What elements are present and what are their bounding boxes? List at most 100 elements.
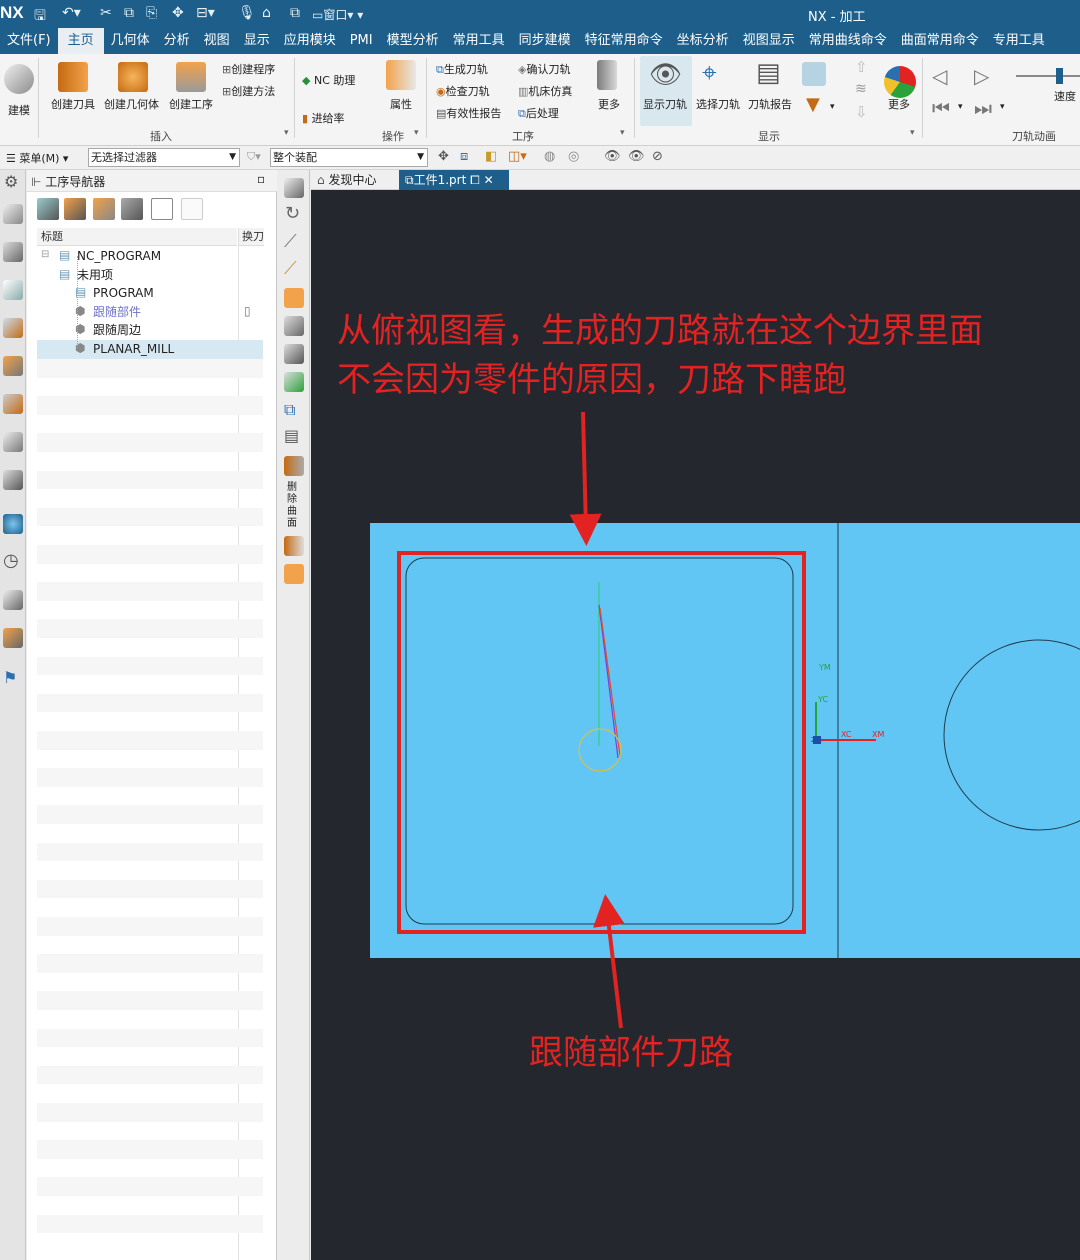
tool-view-icon[interactable] — [64, 198, 86, 220]
rotate-icon[interactable]: ↻ — [285, 203, 300, 224]
tool-display-icon[interactable]: ▼ — [806, 94, 820, 115]
tool-display-dropdown-icon[interactable]: ▾ — [830, 102, 835, 112]
menu-view[interactable]: 视图 — [197, 28, 237, 54]
menu-display[interactable]: 显示 — [237, 28, 277, 54]
machining-features-icon[interactable] — [3, 432, 23, 452]
close-icon[interactable]: ✕ — [484, 173, 494, 187]
create-method-button[interactable]: ⊞创建方法 — [222, 83, 275, 99]
switch-window-icon[interactable]: ⧉ — [290, 5, 300, 21]
menu-pmi[interactable]: PMI — [343, 28, 380, 54]
play-icon[interactable]: ▷ — [974, 64, 989, 88]
cut-icon[interactable]: ✂ — [100, 5, 112, 21]
create-tool-icon[interactable] — [58, 62, 88, 92]
machine-icon[interactable] — [284, 178, 304, 198]
menu-coordinate-analysis[interactable]: 坐标分析 — [670, 28, 736, 54]
list-report-icon[interactable]: ▤ — [284, 426, 299, 445]
show-toolpath-icon[interactable]: 👁 — [649, 60, 682, 90]
snap-point-icon[interactable]: ✥ — [438, 149, 449, 164]
operation-edit-icon[interactable] — [284, 456, 304, 476]
microphone-icon[interactable]: 🎙 — [238, 5, 256, 21]
menu-curve-commands[interactable]: 常用曲线命令 — [802, 28, 894, 54]
more-ops-icon[interactable] — [597, 60, 617, 90]
info-icon[interactable] — [284, 564, 304, 584]
fast-forward-icon[interactable]: ⏭ — [974, 96, 992, 120]
select-body-icon[interactable]: ◧ — [485, 149, 497, 164]
save-icon[interactable]: 🖫 — [34, 5, 46, 29]
menu-feature-commands[interactable]: 特征常用命令 — [578, 28, 670, 54]
menu-surface-commands[interactable]: 曲面常用命令 — [894, 28, 986, 54]
menu-special-tools[interactable]: 专用工具 — [986, 28, 1052, 54]
assembly-scope-select[interactable]: 整个装配 ▼ — [270, 148, 428, 167]
menu-geometry[interactable]: 几何体 — [104, 28, 157, 54]
menu-button[interactable]: ☰ 菜单(M) ▾ — [6, 150, 68, 166]
menu-applications[interactable]: 应用模块 — [277, 28, 343, 54]
menu-file[interactable]: 文件(F) — [0, 28, 58, 54]
menu-common-tools[interactable]: 常用工具 — [446, 28, 512, 54]
operation-navigator-icon[interactable] — [3, 280, 23, 300]
operations-expand-icon[interactable]: ▾ — [414, 128, 419, 138]
geometry-view-icon[interactable] — [93, 198, 115, 220]
select-toolpath-icon[interactable]: ⌖ — [702, 58, 717, 89]
path-edit-icon[interactable] — [284, 536, 304, 556]
tab-part[interactable]: ⧉工件1.prt ⧠ ✕ — [399, 170, 509, 190]
graphics-window[interactable]: YM YC XC XM ZM 从俯视图看，生成的刀路就在这个边界里面 不会因为零… — [311, 190, 1080, 1260]
roles-icon[interactable]: ⚑ — [3, 668, 17, 687]
create-operation-button[interactable]: 创建工序 — [169, 96, 213, 112]
more-ops-button[interactable]: 更多 — [598, 96, 620, 112]
postprocess-button[interactable]: ⧉后处理 — [518, 105, 559, 121]
stack-copy-icon[interactable] — [284, 344, 304, 364]
add-column-icon[interactable] — [151, 198, 173, 220]
process-studio-icon[interactable] — [3, 628, 23, 648]
touch-mode-icon[interactable]: ⌂ — [262, 5, 271, 21]
feature-navigator-icon[interactable] — [3, 356, 23, 376]
brush-icon[interactable]: ⟋ — [284, 258, 297, 279]
step-back-icon[interactable]: ◁ — [932, 64, 947, 88]
wireframe-icon[interactable]: ◎ — [568, 149, 579, 164]
rewind-icon[interactable]: ⏮ — [932, 96, 950, 120]
delete-surface-label[interactable]: 删除曲面 — [287, 482, 301, 530]
validity-report-button[interactable]: ▤有效性报告 — [436, 105, 501, 121]
more-display-button[interactable]: 更多 — [888, 96, 910, 112]
measure-icon[interactable]: ⟋ — [284, 231, 297, 252]
layers-icon[interactable]: ≋ — [855, 81, 867, 97]
verify-toolpath-button[interactable]: ◈确认刀轨 — [518, 61, 570, 77]
properties-icon[interactable] — [386, 60, 416, 90]
settings-gear-icon[interactable]: ⚙ — [4, 172, 18, 191]
machine-sim-button[interactable]: ▥机床仿真 — [518, 83, 572, 99]
undo-icon[interactable]: ↶▾ — [62, 5, 81, 21]
stack-check-icon[interactable] — [284, 372, 304, 392]
tree-row-nc-program[interactable]: ⊟ ▤ NC_PROGRAM — [37, 247, 263, 266]
fast-forward-dropdown-icon[interactable]: ▾ — [1000, 102, 1005, 112]
column-tool-change[interactable]: 换刀 — [238, 228, 264, 246]
column-name[interactable]: 标题 — [37, 228, 237, 246]
select-toolpath-button[interactable]: 选择刀轨 — [696, 96, 740, 112]
create-geometry-button[interactable]: 创建几何体 — [104, 96, 159, 112]
regenerate-icon[interactable]: ⧉ — [284, 400, 295, 420]
scene-canvas[interactable]: YM YC XC XM ZM 从俯视图看，生成的刀路就在这个边界里面 不会因为零… — [311, 190, 1080, 1260]
create-program-button[interactable]: ⊞创建程序 — [222, 61, 275, 77]
remove-column-icon[interactable] — [181, 198, 203, 220]
layer-icon[interactable]: ⊟▾ — [196, 5, 215, 21]
nc-assistant-button[interactable]: ◆ NC 助理 — [302, 72, 355, 88]
modeling-label[interactable]: 建模 — [8, 102, 30, 118]
program-view-icon[interactable] — [37, 198, 59, 220]
part-top-face[interactable] — [370, 523, 1080, 958]
tree-row-planar-mill[interactable]: ⬢ PLANAR_MILL — [37, 340, 263, 359]
menu-analysis[interactable]: 分析 — [157, 28, 197, 54]
stack-settings-icon[interactable] — [284, 316, 304, 336]
window-menu[interactable]: ▭窗口▾ ▾ — [312, 6, 363, 23]
mcs-display-icon[interactable]: 👁 — [604, 149, 621, 164]
properties-button[interactable]: 属性 — [390, 96, 412, 112]
menu-sync-modeling[interactable]: 同步建模 — [512, 28, 578, 54]
tool-library-icon[interactable] — [3, 394, 23, 414]
assembly-navigator-icon[interactable] — [3, 242, 23, 262]
create-operation-icon[interactable] — [176, 62, 206, 92]
select-face-icon[interactable]: ◫▾ — [508, 149, 527, 164]
method-view-icon[interactable] — [121, 198, 143, 220]
tree-row-follow-periphery[interactable]: ⬢ 跟随周边 — [37, 321, 263, 340]
move-object-icon[interactable] — [284, 288, 304, 308]
system-materials-icon[interactable] — [3, 590, 23, 610]
speed-slider-handle[interactable] — [1056, 68, 1063, 84]
hide-toolpath-icon[interactable]: ⊘ — [652, 149, 663, 164]
tab-discovery-center[interactable]: ⌂ 发现中心 — [311, 170, 399, 190]
